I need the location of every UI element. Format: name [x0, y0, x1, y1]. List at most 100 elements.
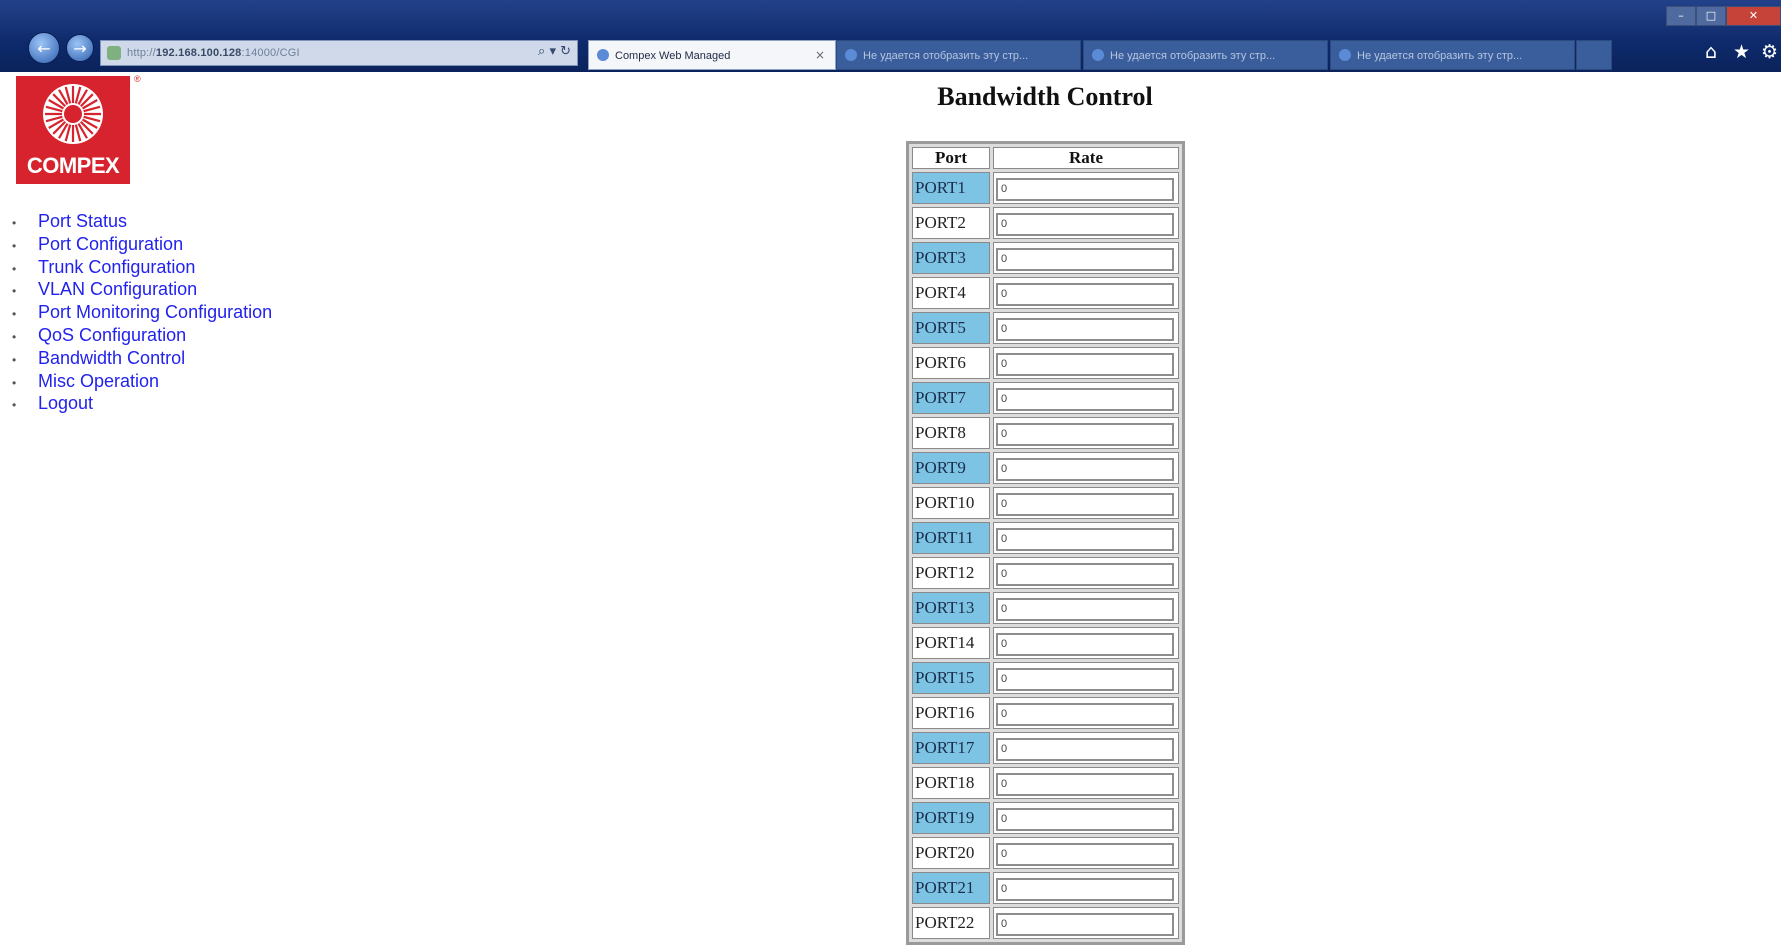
menu-link[interactable]: Trunk Configuration: [38, 257, 195, 277]
rate-cell: [993, 417, 1179, 449]
rate-cell: [993, 382, 1179, 414]
rate-input[interactable]: [996, 212, 1174, 236]
table-row: PORT5: [912, 312, 1179, 344]
port-name-cell: PORT6: [912, 347, 990, 379]
menu-link[interactable]: QoS Configuration: [38, 325, 186, 345]
rate-input[interactable]: [996, 842, 1174, 866]
rate-input[interactable]: [996, 492, 1174, 516]
close-window-button[interactable]: ✕: [1726, 6, 1781, 26]
tab-compex[interactable]: Compex Web Managed ×: [588, 40, 836, 70]
rate-input[interactable]: [996, 632, 1174, 656]
table-row: PORT10: [912, 487, 1179, 519]
port-name-cell: PORT7: [912, 382, 990, 414]
table-row: PORT16: [912, 697, 1179, 729]
gear-icon[interactable]: ⚙: [1761, 41, 1778, 63]
menu-link[interactable]: Port Monitoring Configuration: [38, 302, 272, 322]
rate-cell: [993, 207, 1179, 239]
port-name-cell: PORT19: [912, 802, 990, 834]
page-title: Bandwidth Control: [937, 82, 1153, 111]
rate-cell: [993, 522, 1179, 554]
menu-link[interactable]: Port Status: [38, 211, 127, 231]
main-menu: • Port Status • Port Configuration • Trunk Co…: [12, 210, 272, 415]
tab-title: Compex Web Managed: [615, 50, 731, 62]
rate-input[interactable]: [996, 387, 1174, 411]
tab-error-2[interactable]: Не удается отобразить эту стр...: [1083, 40, 1328, 70]
tab-error-1[interactable]: Не удается отобразить эту стр...: [836, 40, 1081, 70]
rate-input[interactable]: [996, 912, 1174, 936]
address-bar[interactable]: http://192.168.100.128:14000/CGI ⌕ ▾ ↻: [100, 40, 578, 66]
rate-input[interactable]: [996, 457, 1174, 481]
rate-cell: [993, 662, 1179, 694]
rate-input[interactable]: [996, 422, 1174, 446]
rate-input[interactable]: [996, 317, 1174, 341]
rate-input[interactable]: [996, 562, 1174, 586]
minimize-button[interactable]: –: [1666, 6, 1696, 26]
port-name-cell: PORT16: [912, 697, 990, 729]
menu-link[interactable]: VLAN Configuration: [38, 279, 197, 299]
new-tab-button[interactable]: [1576, 40, 1612, 70]
rate-input[interactable]: [996, 597, 1174, 621]
table-row: PORT8: [912, 417, 1179, 449]
back-button[interactable]: ←: [28, 32, 60, 64]
table-row: PORT1: [912, 172, 1179, 204]
port-name-cell: PORT15: [912, 662, 990, 694]
search-refresh-icons[interactable]: ⌕ ▾ ↻: [538, 44, 571, 59]
menu-link[interactable]: Port Configuration: [38, 234, 183, 254]
table-row: PORT15: [912, 662, 1179, 694]
rate-cell: [993, 592, 1179, 624]
port-name-cell: PORT2: [912, 207, 990, 239]
port-name-cell: PORT4: [912, 277, 990, 309]
bullet-icon: •: [12, 216, 17, 230]
port-name-cell: PORT13: [912, 592, 990, 624]
rate-cell: [993, 767, 1179, 799]
port-name-cell: PORT14: [912, 627, 990, 659]
table-row: PORT22: [912, 907, 1179, 939]
tab-error-3[interactable]: Не удается отобразить эту стр...: [1330, 40, 1575, 70]
rate-input[interactable]: [996, 807, 1174, 831]
rate-input[interactable]: [996, 177, 1174, 201]
rate-cell: [993, 242, 1179, 274]
logo-brand-text: COMPEX: [26, 153, 120, 178]
rate-cell: [993, 347, 1179, 379]
port-name-cell: PORT21: [912, 872, 990, 904]
rate-cell: [993, 732, 1179, 764]
favorites-star-icon[interactable]: ★: [1733, 41, 1750, 63]
rate-input[interactable]: [996, 352, 1174, 376]
tab-title: Не удается отобразить эту стр...: [863, 50, 1029, 62]
port-name-cell: PORT10: [912, 487, 990, 519]
maximize-button[interactable]: □: [1696, 6, 1726, 26]
port-column-header: Port: [912, 147, 990, 169]
rate-input[interactable]: [996, 702, 1174, 726]
rate-input[interactable]: [996, 667, 1174, 691]
rate-column-header: Rate: [993, 147, 1179, 169]
tab-title: Не удается отобразить эту стр...: [1357, 50, 1523, 62]
rate-input[interactable]: [996, 282, 1174, 306]
table-row: PORT13: [912, 592, 1179, 624]
menu-link[interactable]: Logout: [38, 393, 93, 413]
menu-link[interactable]: Bandwidth Control: [38, 348, 185, 368]
rate-input[interactable]: [996, 527, 1174, 551]
rate-input[interactable]: [996, 737, 1174, 761]
table-row: PORT18: [912, 767, 1179, 799]
home-icon[interactable]: ⌂: [1705, 41, 1717, 63]
port-name-cell: PORT9: [912, 452, 990, 484]
menu-item: • Misc Operation: [12, 370, 272, 393]
tab-close-icon[interactable]: ×: [815, 48, 825, 62]
table-row: PORT4: [912, 277, 1179, 309]
rate-cell: [993, 837, 1179, 869]
bullet-icon: •: [12, 307, 17, 322]
page-favicon-icon: [845, 49, 857, 61]
rate-input[interactable]: [996, 877, 1174, 901]
rate-cell: [993, 277, 1179, 309]
port-name-cell: PORT8: [912, 417, 990, 449]
table-row: PORT2: [912, 207, 1179, 239]
forward-button[interactable]: →: [66, 34, 94, 62]
port-name-cell: PORT1: [912, 172, 990, 204]
table-row: PORT9: [912, 452, 1179, 484]
registered-mark: ®: [134, 74, 141, 84]
port-name-cell: PORT12: [912, 557, 990, 589]
rate-input[interactable]: [996, 772, 1174, 796]
table-row: PORT17: [912, 732, 1179, 764]
menu-link[interactable]: Misc Operation: [38, 371, 159, 391]
rate-input[interactable]: [996, 247, 1174, 271]
